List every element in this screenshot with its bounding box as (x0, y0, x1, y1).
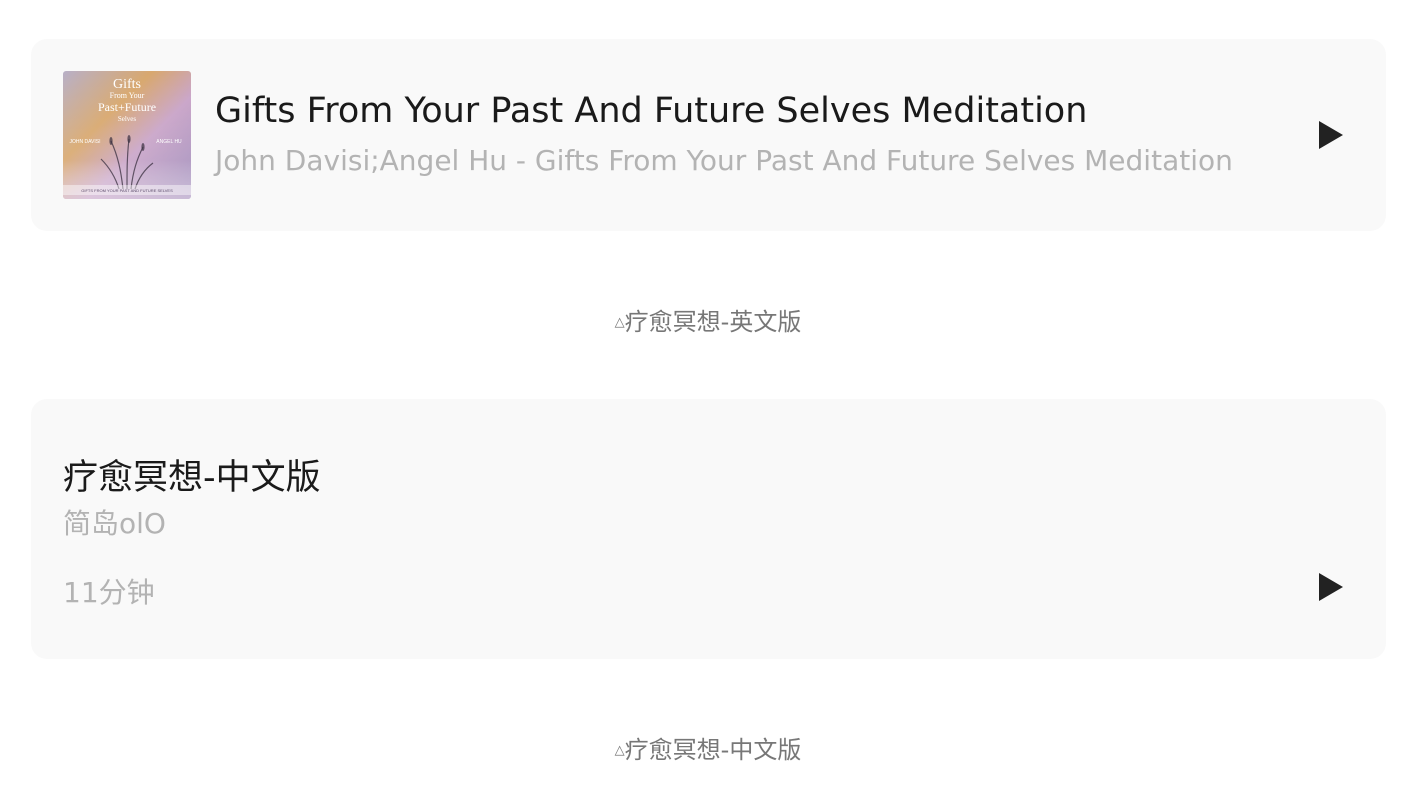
track-card-1[interactable]: Gifts From Your Past+Future Selves JOHN … (31, 39, 1386, 231)
caption-text: 疗愈冥想-中文版 (624, 736, 802, 764)
play-button[interactable] (1313, 117, 1349, 153)
cover-text-right-name: ANGEL HU (156, 139, 182, 145)
cover-text-bottom: GIFTS FROM YOUR PAST AND FUTURE SELVES (81, 188, 173, 193)
cover-text-line4: Selves (118, 115, 137, 123)
cover-text-line2: From Your (110, 91, 145, 100)
track-card-2[interactable]: 疗愈冥想-中文版 简岛olO 11分钟 (31, 399, 1386, 659)
cover-text-line3: Past+Future (98, 100, 156, 114)
triangle-icon: △ (614, 743, 625, 758)
track-duration: 11分钟 (63, 576, 155, 609)
play-icon (1319, 573, 1343, 601)
cover-text-left-name: JOHN DAVISI (69, 139, 100, 145)
caption-chinese: △疗愈冥想-中文版 (0, 730, 1416, 765)
cover-text-line1: Gifts (113, 77, 141, 92)
album-cover-image: Gifts From Your Past+Future Selves JOHN … (63, 71, 191, 199)
play-icon (1319, 121, 1343, 149)
track-title: 疗愈冥想-中文版 (63, 458, 321, 498)
track-artist: John Davisi;Angel Hu - Gifts From Your P… (215, 144, 1233, 177)
caption-english: △疗愈冥想-英文版 (0, 302, 1416, 337)
track-artist: 简岛olO (63, 507, 166, 540)
play-button[interactable] (1313, 569, 1349, 605)
triangle-icon: △ (614, 315, 625, 330)
track-title: Gifts From Your Past And Future Selves M… (215, 91, 1088, 131)
caption-text: 疗愈冥想-英文版 (624, 308, 802, 336)
